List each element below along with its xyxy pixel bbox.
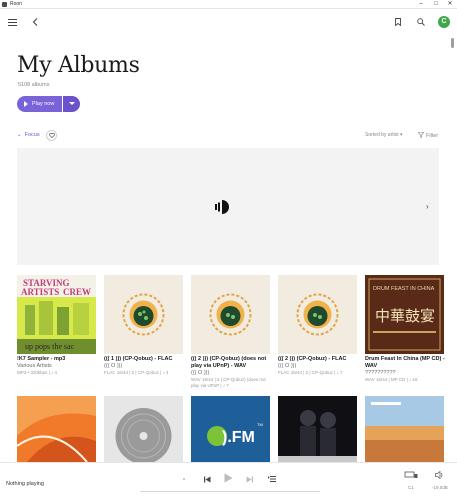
- window-title: Roon: [10, 1, 22, 7]
- album-format: WAV 16/44 | MP CD | ♪ 16: [365, 377, 418, 382]
- focus-button[interactable]: ⌄ Focus: [17, 132, 40, 138]
- cover-drum-title: DRUM FEAST IN CHINA: [373, 286, 435, 292]
- play-now-label: Play now: [32, 101, 55, 107]
- cover-text-line2: ARTISTS: [21, 287, 59, 297]
- play-icon[interactable]: [221, 471, 235, 485]
- album-artist[interactable]: ((( O ))): [104, 363, 187, 370]
- top-bar: [0, 10, 457, 34]
- album-info: ((( 1 ))) (CP-Qobuz) - FLAC ((( O ))) FL…: [104, 356, 187, 376]
- progress-bar[interactable]: [140, 491, 320, 492]
- album-format: FLAC 16/44 | 2 | CP-Qobuz | ♪ 4: [104, 370, 169, 375]
- album-artist[interactable]: ((( O ))): [191, 370, 274, 377]
- volume-icon[interactable]: [432, 469, 446, 481]
- focus-label: Focus: [24, 132, 40, 138]
- now-playing-status: Nothing playing: [6, 481, 44, 487]
- roon-app-icon: [2, 2, 7, 7]
- dot-icon: [180, 475, 188, 483]
- album-artist[interactable]: Various Artists: [17, 363, 100, 370]
- album-info: ((( 2 ))) (CP-Qobuz) - FLAC ((( O ))) FL…: [278, 356, 361, 376]
- album-title[interactable]: ((( 2 ))) (CP-Qobuz) (does not play via …: [191, 356, 274, 370]
- cover-fm-tm: TM: [257, 422, 263, 427]
- cover-text-line3: CREW: [63, 287, 91, 297]
- album-cover-o-2-wav[interactable]: [191, 275, 270, 354]
- zone-icon[interactable]: [402, 469, 420, 481]
- album-format: MP3 • 320kbps | ♪ 4: [17, 370, 58, 375]
- next-icon[interactable]: [243, 473, 255, 485]
- album-cover-o-2-flac[interactable]: [278, 275, 357, 354]
- maximize-button[interactable]: □: [430, 0, 442, 9]
- play-icon: [24, 101, 28, 107]
- chevron-down-icon: ⌄: [17, 132, 22, 138]
- album-title[interactable]: ((( 2 ))) (CP-Qobuz) - FLAC: [278, 356, 361, 363]
- album-cover-gray-disc[interactable]: [104, 396, 183, 462]
- album-format: FLAC 16/44 | 2 | CP-Qobuz | ♪ 7: [278, 370, 343, 375]
- album-title[interactable]: ((( 1 ))) (CP-Qobuz) - FLAC: [104, 356, 187, 363]
- chevron-down-icon: ▾: [400, 132, 403, 138]
- page-title: My Albums: [17, 53, 140, 78]
- close-button[interactable]: ✕: [444, 0, 456, 9]
- window-titlebar: Roon – □ ✕: [0, 0, 457, 9]
- album-cover-night[interactable]: [278, 396, 357, 462]
- minimize-button[interactable]: –: [415, 0, 427, 9]
- banner-carousel[interactable]: ›: [17, 148, 439, 265]
- avatar[interactable]: C: [438, 16, 450, 28]
- sort-dropdown[interactable]: Sorted by artist ▾: [365, 132, 403, 138]
- cover-drum-chars: 中華鼓宴: [375, 307, 435, 325]
- carousel-next-icon[interactable]: ›: [426, 202, 429, 211]
- play-now-button[interactable]: Play now: [17, 96, 62, 112]
- album-cover-drum-feast[interactable]: DRUM FEAST IN CHINA 中華鼓宴: [365, 275, 444, 354]
- queue-icon[interactable]: [266, 473, 278, 485]
- filter-button[interactable]: Filter: [417, 132, 439, 139]
- prev-icon[interactable]: [201, 473, 213, 485]
- album-info: Drum Feast In China (MP CD) - WAV ??????…: [365, 356, 448, 383]
- hamburger-icon[interactable]: [4, 14, 20, 30]
- filter-icon: [417, 132, 425, 139]
- play-options-button[interactable]: [63, 96, 80, 112]
- scrollbar[interactable]: [451, 38, 454, 48]
- album-cover-o-1[interactable]: [104, 275, 183, 354]
- chevron-down-icon: [69, 102, 75, 105]
- zone-label: C1: [408, 485, 414, 490]
- album-artist[interactable]: ((( O ))): [278, 363, 361, 370]
- album-cover-landscape[interactable]: [365, 396, 444, 462]
- playback-bar: Nothing playing C1 -19.0dB: [0, 462, 457, 500]
- album-title[interactable]: Drum Feast In China (MP CD) - WAV: [365, 356, 448, 370]
- filter-label: Filter: [426, 133, 439, 139]
- favorite-filter-button[interactable]: [46, 130, 57, 141]
- cover-text-bottom: up pops the sac: [25, 342, 75, 351]
- album-cover-fm[interactable]: ).FM TM: [191, 396, 270, 462]
- bookmark-icon[interactable]: [390, 14, 406, 30]
- volume-label: -19.0dB: [432, 485, 448, 490]
- album-cover-orange-abstract[interactable]: [17, 396, 96, 462]
- album-cover-starving-artists[interactable]: STARVING ARTISTS CREW up pops the sac: [17, 275, 96, 354]
- album-info: ((( 2 ))) (CP-Qobuz) (does not play via …: [191, 356, 274, 389]
- heart-icon: [48, 133, 55, 138]
- album-title[interactable]: !K7 Sampler - mp3: [17, 356, 100, 363]
- cover-fm-text: ).FM: [222, 429, 255, 446]
- album-artist[interactable]: ??????????: [365, 370, 448, 377]
- album-format: WAV 16/44 | 2 | CP-Qobuz) (does not play…: [191, 377, 266, 388]
- back-icon[interactable]: [27, 14, 43, 30]
- roon-logo-icon: [215, 200, 233, 219]
- search-icon[interactable]: [413, 14, 429, 30]
- sort-label: Sorted by artist: [365, 132, 399, 138]
- album-info: !K7 Sampler - mp3 Various Artists MP3 • …: [17, 356, 100, 376]
- album-count: 5108 albums: [18, 82, 50, 88]
